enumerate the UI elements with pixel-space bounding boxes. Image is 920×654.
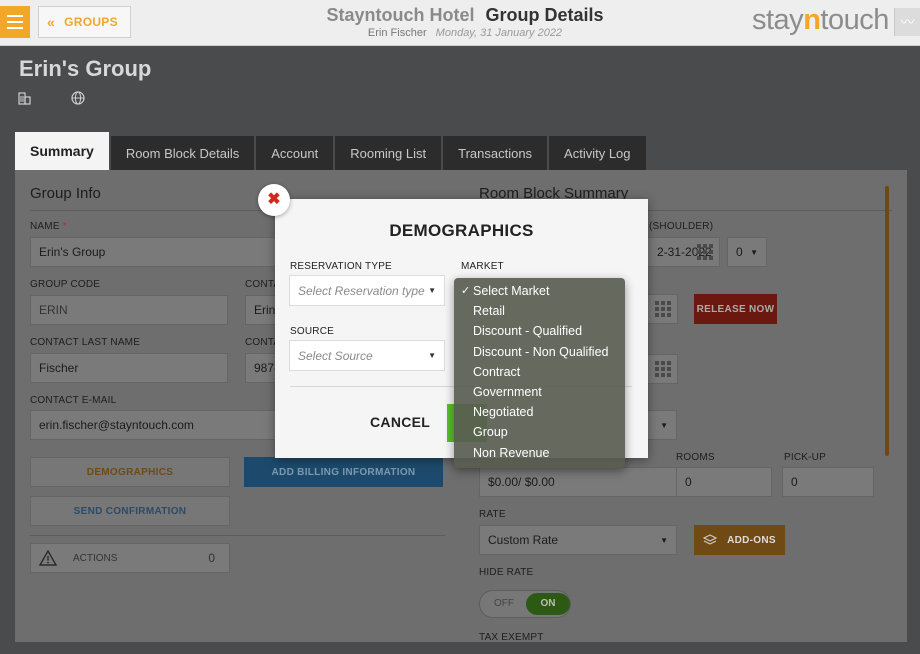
reservation-type-label: RESERVATION TYPE [290, 261, 392, 272]
toggle-on-label: ON [526, 593, 570, 615]
tab-transactions[interactable]: Transactions [443, 136, 548, 170]
add-billing-information-button[interactable]: ADD BILLING INFORMATION [244, 457, 443, 487]
user-name: Erin Fischer [367, 27, 427, 39]
shoulder-label: (SHOULDER) [649, 221, 714, 232]
market-option-negotiated[interactable]: Negotiated [454, 402, 625, 422]
calendar-icon [655, 301, 671, 317]
divider [30, 535, 445, 536]
hide-rate-toggle[interactable]: OFF ON [479, 590, 571, 618]
double-chevron-left-icon: « [47, 14, 56, 30]
reservation-type-select[interactable]: Select Reservation type ▼ [289, 275, 445, 306]
market-option-discount-qualified[interactable]: Discount - Qualified [454, 321, 625, 341]
globe-icon[interactable] [71, 91, 85, 105]
hide-rate-label: HIDE RATE [479, 567, 534, 578]
market-option-discount-non-qualified[interactable]: Discount - Non Qualified [454, 342, 625, 362]
back-to-groups-button[interactable]: « GROUPS [38, 6, 131, 38]
layers-icon [703, 534, 718, 545]
pulse-icon[interactable]: 〰 [894, 8, 920, 36]
market-option-group[interactable]: Group [454, 422, 625, 442]
menu-icon[interactable] [0, 6, 30, 38]
actions-button[interactable]: ACTIONS 0 [30, 543, 230, 573]
rate-label: RATE [479, 509, 506, 520]
release-now-button[interactable]: RELEASE NOW [694, 294, 777, 324]
contact-email-label: CONTACT E-MAIL [30, 395, 117, 406]
source-select[interactable]: Select Source ▼ [289, 340, 445, 371]
tab-room-block-details[interactable]: Room Block Details [110, 136, 255, 170]
tab-summary[interactable]: Summary [15, 132, 109, 170]
market-label: MARKET [461, 261, 504, 272]
market-option-retail[interactable]: Retail [454, 301, 625, 321]
caret-down-icon: ▼ [660, 420, 668, 430]
top-header: « GROUPS Stayntouch Hotel Group Details … [0, 0, 920, 46]
shoulder-count-select[interactable]: 0 ▼ [727, 237, 767, 267]
pickup-value: 0 [782, 467, 874, 497]
calendar-icon [697, 244, 713, 260]
tax-exempt-label: TAX EXEMPT [479, 632, 544, 642]
header-title-block: Stayntouch Hotel Group Details Erin Fisc… [300, 4, 630, 39]
add-ons-label: ADD-ONS [727, 534, 776, 546]
market-option-select-market[interactable]: Select Market [454, 281, 625, 301]
actions-count: 0 [208, 551, 215, 565]
business-date: Monday, 31 January 2022 [435, 27, 563, 39]
back-button-label: GROUPS [64, 15, 118, 29]
pickup-label: PICK-UP [784, 452, 826, 463]
tab-activity-log[interactable]: Activity Log [549, 136, 646, 170]
group-info-title: Group Info [30, 185, 101, 202]
toggle-off-label: OFF [494, 598, 514, 609]
contact-last-name-input[interactable]: Fischer [30, 353, 228, 383]
modal-title: DEMOGRAPHICS [389, 221, 534, 240]
group-name-heading: Erin's Group [19, 56, 152, 81]
group-code-label: GROUP CODE [30, 279, 101, 290]
source-label: SOURCE [290, 326, 334, 337]
group-code-input[interactable]: ERIN [30, 295, 228, 325]
rate-select[interactable]: Custom Rate ▼ [479, 525, 677, 555]
tab-account[interactable]: Account [256, 136, 334, 170]
tab-bar: Summary Room Block Details Account Roomi… [15, 132, 646, 170]
hotel-name: Stayntouch Hotel [326, 5, 475, 25]
scrollbar[interactable] [885, 186, 889, 456]
page-title: Group Details [485, 5, 604, 25]
group-name-input[interactable]: Erin's Group [30, 237, 280, 267]
building-icon[interactable] [18, 91, 32, 105]
rooms-value: 0 [676, 467, 772, 497]
calendar-icon [655, 361, 671, 377]
rooms-label: ROOMS [676, 452, 715, 463]
add-ons-button[interactable]: ADD-ONS [694, 525, 785, 555]
caret-down-icon: ▼ [660, 535, 668, 545]
warning-icon [39, 550, 57, 566]
send-confirmation-button[interactable]: SEND CONFIRMATION [30, 496, 230, 526]
market-option-non-revenue[interactable]: Non Revenue [454, 443, 625, 463]
close-icon[interactable]: ✖ [258, 184, 290, 216]
revenue-value: $0.00/ $0.00 [479, 467, 677, 497]
caret-down-icon: ▼ [428, 351, 436, 360]
demographics-button[interactable]: DEMOGRAPHICS [30, 457, 230, 487]
stayntouch-logo: stayntouch [752, 4, 889, 36]
actions-label: ACTIONS [73, 552, 118, 564]
market-dropdown[interactable]: Select Market Retail Discount - Qualifie… [454, 278, 625, 468]
cancel-button[interactable]: CANCEL [370, 414, 430, 430]
market-option-contract[interactable]: Contract [454, 362, 625, 382]
caret-down-icon: ▼ [750, 247, 758, 257]
market-option-government[interactable]: Government [454, 382, 625, 402]
contact-last-name-label: CONTACT LAST NAME [30, 337, 141, 348]
name-label: NAME * [30, 221, 67, 232]
contact-email-input[interactable]: erin.fischer@stayntouch.com [30, 410, 280, 440]
caret-down-icon: ▼ [428, 286, 436, 295]
tab-rooming-list[interactable]: Rooming List [335, 136, 442, 170]
